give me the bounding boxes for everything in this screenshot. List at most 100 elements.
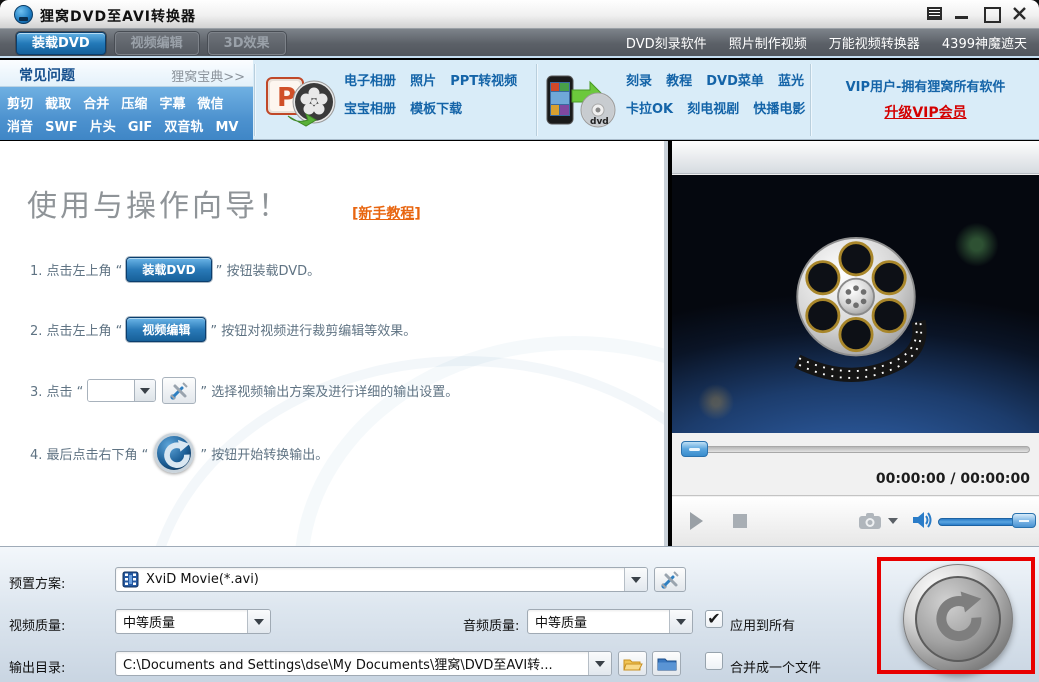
step3-preset-dropdown[interactable] bbox=[87, 379, 157, 402]
guide-step-3: 3. 点击 “ ” 选择视频输出方案及进行详细的输出设置。 bbox=[30, 377, 458, 404]
faq-link-merge[interactable]: 合并 bbox=[83, 97, 109, 112]
top-menu: DVD刻录软件 照片制作视频 万能视频转换器 4399神魔遮天 bbox=[609, 29, 1027, 58]
ad-link-photo[interactable]: 照片 bbox=[410, 74, 436, 89]
step4-text-post: ” 按钮开始转换输出。 bbox=[200, 447, 329, 463]
faq-link-subtitle[interactable]: 字幕 bbox=[159, 97, 185, 112]
seek-track[interactable] bbox=[681, 446, 1030, 453]
maximize-icon[interactable] bbox=[982, 6, 1001, 23]
folder-open-icon bbox=[622, 659, 643, 670]
minimize-icon[interactable] bbox=[953, 6, 971, 21]
chevron-down-icon bbox=[631, 576, 641, 583]
ad-link-dvdmenu[interactable]: DVD菜单 bbox=[706, 74, 764, 89]
seek-bar bbox=[672, 433, 1039, 463]
ad-link-qvodmovie[interactable]: 快播电影 bbox=[753, 102, 805, 117]
faq-more-link[interactable]: 狸窝宝典>> bbox=[171, 66, 245, 85]
faq-link-mv[interactable]: MV bbox=[216, 120, 239, 135]
faq-link-wechat[interactable]: 微信 bbox=[198, 97, 224, 112]
faq-panel: 常见问题 狸窝宝典>> 剪切 截取 合并 压缩 字幕 微信 消音 SWF 片头 … bbox=[0, 60, 253, 140]
output-dir-value: C:\Documents and Settings\dse\My Documen… bbox=[123, 658, 553, 673]
preview-panel: 00:00:00 / 00:00:00 bbox=[672, 141, 1039, 546]
vip-panel: VIP用户-拥有狸窝所有软件 升级VIP会员 bbox=[812, 60, 1039, 140]
ad-link-tutorial[interactable]: 教程 bbox=[666, 74, 692, 89]
audio-quality-dropdown[interactable]: 中等质量 bbox=[527, 609, 693, 634]
menu-game-link[interactable]: 4399神魔遮天 bbox=[942, 37, 1027, 52]
step2-video-edit-button[interactable]: 视频编辑 bbox=[126, 317, 207, 342]
ad-link-burn[interactable]: 刻录 bbox=[626, 74, 652, 89]
tools-icon bbox=[661, 570, 679, 589]
convert-button[interactable] bbox=[903, 564, 1013, 674]
ad-link-tvburn[interactable]: 刻电视剧 bbox=[687, 102, 739, 117]
preset-settings-button[interactable] bbox=[654, 567, 686, 592]
svg-text:dvd: dvd bbox=[590, 117, 609, 127]
time-display: 00:00:00 / 00:00:00 bbox=[875, 471, 1030, 487]
guide-step-4: 4. 最后点击右下角 “ ” 按钮开始转换输出。 bbox=[30, 433, 328, 473]
tools-icon bbox=[170, 381, 189, 400]
guide-step-2: 2. 点击左上角 “ 视频编辑 ” 按钮对视频进行裁剪编辑等效果。 bbox=[30, 317, 416, 342]
ad-link-karaoke[interactable]: 卡拉OK bbox=[626, 102, 673, 117]
browse-folder-button[interactable] bbox=[652, 651, 681, 676]
vip-text: VIP用户-拥有狸窝所有软件 bbox=[845, 80, 1006, 95]
folder-icon bbox=[657, 658, 676, 670]
ad-link-templates[interactable]: 模板下载 bbox=[410, 102, 462, 117]
ad-link-ealbum[interactable]: 电子相册 bbox=[344, 74, 396, 89]
guide-panel: 使用与操作向导！ [新手教程] 1. 点击左上角 “ 装载DVD ” 按钮装载D… bbox=[0, 141, 668, 546]
volume-handle[interactable] bbox=[1012, 513, 1036, 528]
faq-link-cut[interactable]: 剪切 bbox=[7, 97, 33, 112]
output-dir-dropdown[interactable]: C:\Documents and Settings\dse\My Documen… bbox=[115, 651, 612, 676]
step2-text-pre: 2. 点击左上角 “ bbox=[30, 324, 123, 339]
ad-link-ppt2video[interactable]: PPT转视频 bbox=[450, 74, 517, 89]
open-folder-button[interactable] bbox=[618, 651, 647, 676]
tab-load-dvd[interactable]: 装载DVD bbox=[16, 32, 106, 55]
convert-arrow-icon bbox=[936, 591, 982, 642]
window-menu-icon[interactable] bbox=[927, 7, 942, 20]
stop-icon[interactable] bbox=[732, 513, 748, 529]
faq-link-capture[interactable]: 截取 bbox=[45, 97, 71, 112]
player-controls bbox=[672, 497, 1039, 546]
video-preview bbox=[672, 175, 1039, 433]
app-window: 狸窝DVD至AVI转换器 装载DVD 视频编辑 3D效果 DVD刻录软件 照片制… bbox=[0, 0, 1039, 682]
ad-link-bluray[interactable]: 蓝光 bbox=[778, 74, 804, 89]
faq-link-swf[interactable]: SWF bbox=[45, 120, 78, 135]
step3-text-post: ” 选择视频输出方案及进行详细的输出设置。 bbox=[200, 385, 459, 400]
step3-text-pre: 3. 点击 “ bbox=[30, 385, 84, 400]
faq-link-compress[interactable]: 压缩 bbox=[121, 97, 147, 112]
faq-link-gif[interactable]: GIF bbox=[128, 120, 152, 135]
video-quality-dropdown[interactable]: 中等质量 bbox=[115, 609, 271, 634]
menu-dvd-burn-link[interactable]: DVD刻录软件 bbox=[626, 37, 707, 52]
preview-header bbox=[672, 141, 1039, 174]
apply-all-label: 应用到所有 bbox=[730, 619, 796, 634]
snapshot-dropdown-icon[interactable] bbox=[888, 518, 898, 524]
faq-link-dualaudio[interactable]: 双音轨 bbox=[164, 120, 203, 135]
apply-all-checkbox[interactable]: ✔ bbox=[705, 610, 723, 628]
speaker-icon[interactable] bbox=[912, 510, 934, 530]
guide-title: 使用与操作向导！ bbox=[27, 189, 291, 224]
camera-snapshot-icon[interactable] bbox=[858, 512, 882, 530]
menu-photo-video-link[interactable]: 照片制作视频 bbox=[729, 37, 807, 52]
seek-handle[interactable] bbox=[681, 441, 708, 457]
menu-video-converter-link[interactable]: 万能视频转换器 bbox=[829, 37, 920, 52]
ppt-ad-panel: P 电子相册 照片 PPT转视频 宝宝相册 模板下载 bbox=[256, 60, 534, 140]
tutorial-link[interactable]: [新手教程] bbox=[352, 203, 421, 223]
time-row: 00:00:00 / 00:00:00 bbox=[672, 463, 1039, 496]
step4-convert-icon bbox=[154, 433, 195, 473]
ad-link-babyalbum[interactable]: 宝宝相册 bbox=[344, 102, 396, 117]
tab-video-edit[interactable]: 视频编辑 bbox=[114, 32, 199, 55]
faq-link-mute[interactable]: 消音 bbox=[7, 120, 33, 135]
play-icon[interactable] bbox=[688, 511, 704, 531]
preset-dropdown[interactable]: XviD Movie(*.avi) bbox=[115, 567, 648, 592]
dvd-ad-panel: dvd 刻录 教程 DVD菜单 蓝光 卡拉OK 刻电视剧 快播电影 bbox=[538, 60, 808, 140]
step4-text-pre: 4. 最后点击右下角 “ bbox=[30, 447, 149, 463]
step1-load-dvd-button[interactable]: 装载DVD bbox=[126, 257, 212, 282]
tab-3d-effect[interactable]: 3D效果 bbox=[207, 32, 286, 55]
chevron-down-icon bbox=[595, 660, 605, 667]
close-icon[interactable] bbox=[1011, 6, 1029, 21]
faq-link-intro[interactable]: 片头 bbox=[90, 120, 116, 135]
step3-settings-button[interactable] bbox=[162, 377, 197, 404]
output-settings-panel: 预置方案: XviD Movie(*.avi) 视频质量: 中等质量 音频质量:… bbox=[0, 546, 1039, 682]
vip-upgrade-link[interactable]: 升级VIP会员 bbox=[812, 102, 1039, 122]
step1-text-pre: 1. 点击左上角 “ bbox=[30, 264, 123, 279]
promo-row: 常见问题 狸窝宝典>> 剪切 截取 合并 压缩 字幕 微信 消音 SWF 片头 … bbox=[0, 60, 1039, 140]
merge-checkbox[interactable] bbox=[705, 652, 723, 670]
preset-label: 预置方案: bbox=[9, 577, 66, 592]
audio-quality-label: 音频质量: bbox=[463, 619, 520, 634]
